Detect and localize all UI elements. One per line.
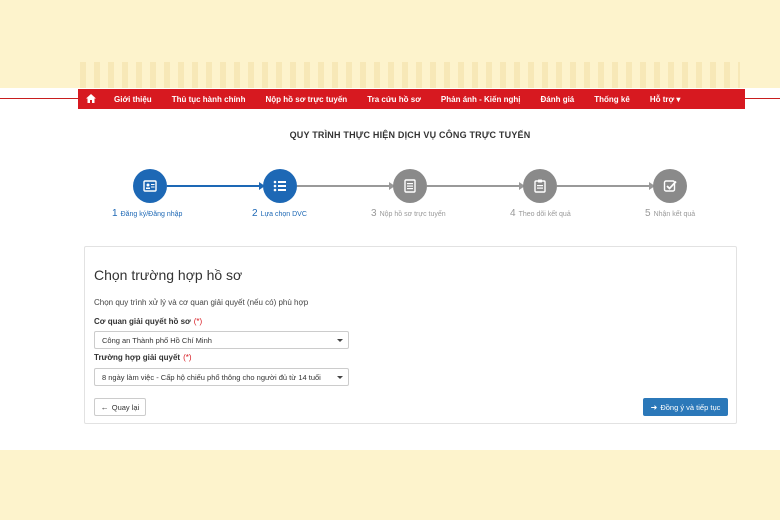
panel-title: Chọn trường hợp hồ sơ: [94, 267, 243, 283]
arrow-right-icon: ➜: [650, 402, 658, 412]
step-2-circle: [263, 169, 297, 203]
arrow-left-icon: ←: [100, 402, 109, 412]
step-connector: [167, 182, 265, 190]
checkbox-icon: [663, 180, 677, 192]
agency-label: Cơ quan giải quyết hồ sơ (*): [94, 317, 203, 326]
case-select[interactable]: 8 ngày làm việc - Cấp hộ chiếu phổ thông…: [94, 368, 349, 386]
step-2-label: 2 Lựa chọn DVC: [252, 208, 307, 219]
page-content: Giới thiệu Thủ tục hành chính Nộp hồ sơ …: [0, 88, 780, 450]
step-connector: [297, 182, 395, 190]
step-1-circle: [133, 169, 167, 203]
step-5-circle: [653, 169, 687, 203]
banner-pattern: [80, 62, 740, 88]
banner-line-right: [745, 98, 780, 99]
panel-description: Chọn quy trình xử lý và cơ quan giải quy…: [94, 298, 309, 307]
case-selection-panel: Chọn trường hợp hồ sơ Chọn quy trình xử …: [84, 246, 737, 424]
back-button[interactable]: ← Quay lại: [94, 398, 146, 416]
process-steps: 1 Đăng ký/Đăng nhập 2 Lựa chọn DVC 3 Nộp hồ…: [0, 88, 780, 228]
list-icon: [273, 180, 286, 192]
caret-down-icon: [337, 376, 343, 379]
step-3-circle: [393, 169, 427, 203]
step-1-label: 1 Đăng ký/Đăng nhập: [112, 208, 183, 219]
case-label: Trường hợp giải quyết (*): [94, 353, 192, 362]
document-icon: [404, 179, 416, 193]
agree-continue-button[interactable]: ➜ Đồng ý và tiếp tục: [643, 398, 728, 416]
clipboard-icon: [534, 179, 546, 193]
step-5-label: 5 Nhận kết quả: [645, 208, 696, 219]
banner-line-left: [0, 98, 80, 99]
site-banner: [0, 0, 780, 88]
agency-select[interactable]: Công an Thành phố Hồ Chí Minh: [94, 331, 349, 349]
step-4-circle: [523, 169, 557, 203]
step-connector: [557, 182, 655, 190]
caret-down-icon: [337, 339, 343, 342]
step-connector: [427, 182, 525, 190]
step-3-label: 3 Nộp hồ sơ trực tuyến: [371, 208, 446, 219]
id-card-icon: [143, 180, 157, 192]
step-4-label: 4 Theo dõi kết quả: [510, 208, 571, 219]
